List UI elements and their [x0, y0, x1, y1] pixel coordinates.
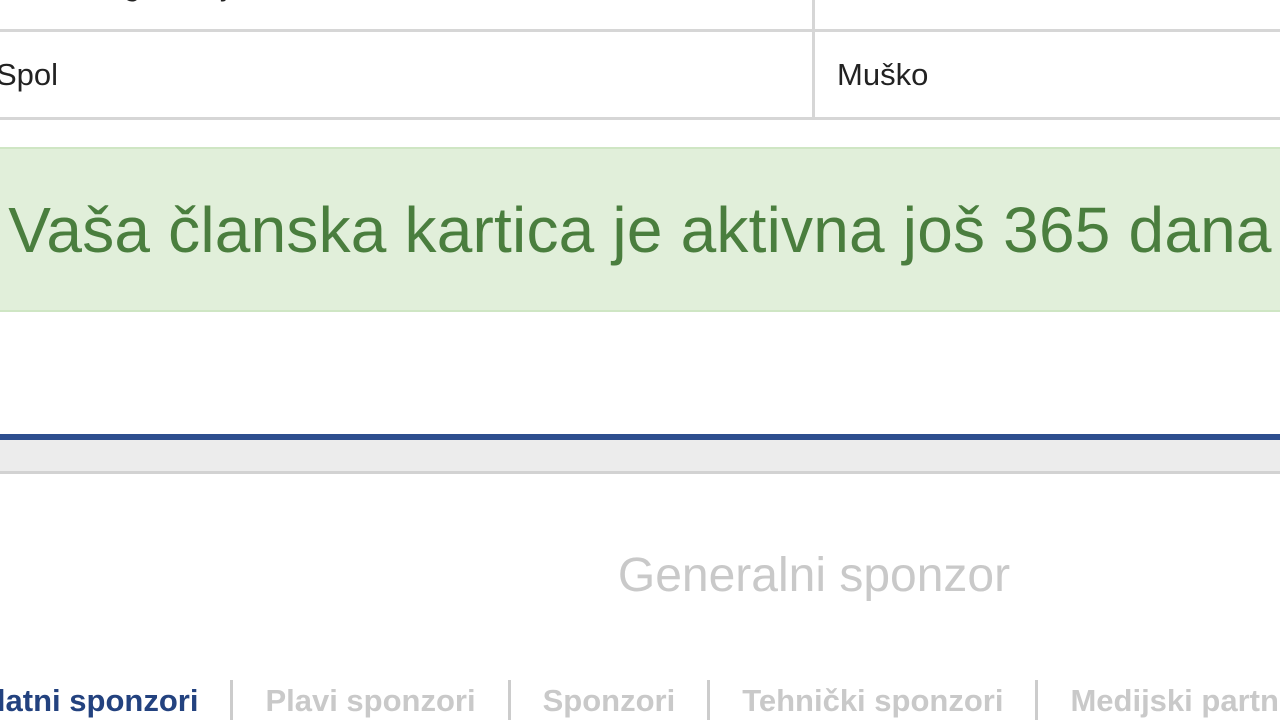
membership-status-text: Vaša članska kartica je aktivna još 365 …: [8, 193, 1272, 266]
table-row-registration-date: Datum registracije 23.01.2019.: [0, 0, 1280, 32]
profile-page: Datum registracije 23.01.2019. Spol Mušk…: [0, 0, 1280, 720]
table-row-sex: Spol Muško: [0, 32, 1280, 120]
registration-date-value: 23.01.2019.: [812, 0, 1280, 29]
sponsor-heading: Generalni sponzor: [617, 549, 1011, 602]
footer-band: [0, 440, 1280, 474]
tab-gold-sponsors[interactable]: Zlatni sponzori: [0, 683, 230, 719]
tab-blue-sponsors[interactable]: Plavi sponzori: [233, 683, 507, 719]
sex-label: Spol: [0, 56, 59, 92]
registration-date-label: Datum registracije: [0, 0, 808, 29]
membership-status-alert: Vaša članska kartica je aktivna još 365 …: [0, 147, 1280, 312]
sex-value: Muško: [812, 32, 1280, 117]
sponsor-tabs: Zlatni sponzori Plavi sponzori Sponzori …: [0, 676, 1280, 720]
tab-sponsors[interactable]: Sponzori: [511, 683, 708, 719]
tab-media-partners[interactable]: Medijski partneri: [1038, 683, 1280, 719]
tab-technical-sponsors[interactable]: Tehnički sponzori: [710, 683, 1035, 719]
